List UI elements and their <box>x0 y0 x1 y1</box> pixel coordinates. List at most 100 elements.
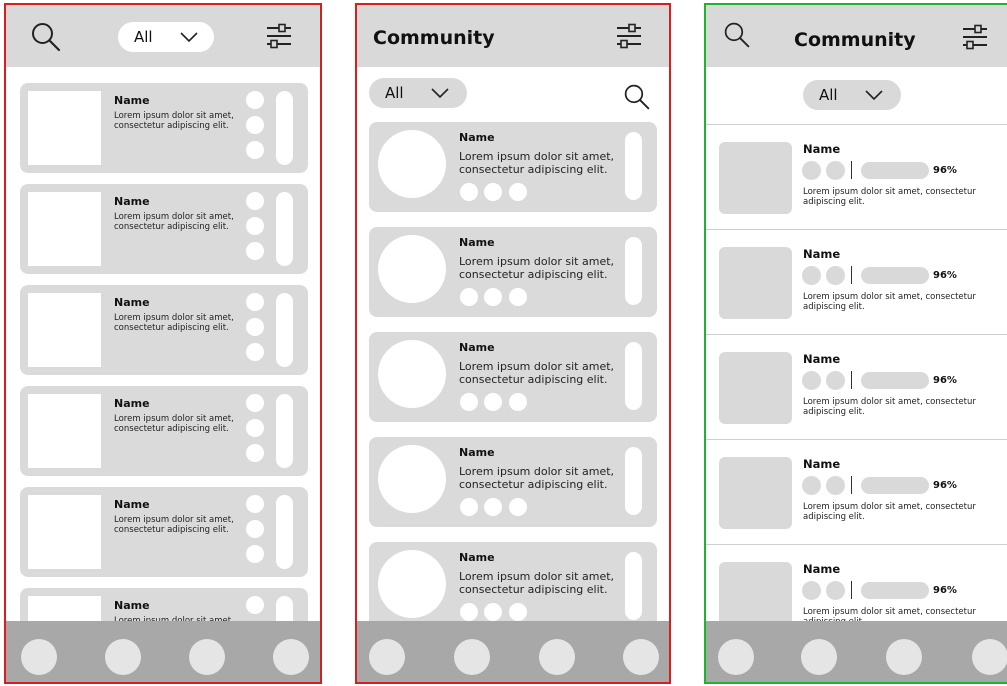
item-description: Lorem ipsum dolor sit amet, <box>459 570 615 583</box>
list-item[interactable]: Name Lorem ipsum dolor sit amet, consectet… <box>369 437 657 527</box>
action-dot-icon[interactable] <box>484 498 502 516</box>
list-item[interactable]: Name 96% Lorem ipsum dolor sit amet, conse… <box>706 439 1007 544</box>
item-name: Name <box>459 446 495 459</box>
side-handle[interactable] <box>276 293 293 367</box>
nav-tab-icon[interactable] <box>105 639 141 675</box>
list-item[interactable]: Name 96% Lorem ipsum dolor sit amet, conse… <box>706 124 1007 229</box>
divider <box>851 371 852 389</box>
action-dot-icon[interactable] <box>460 183 478 201</box>
search-icon[interactable] <box>30 21 62 53</box>
action-dot-icon[interactable] <box>246 596 264 614</box>
action-dot-icon[interactable] <box>246 293 264 311</box>
side-handle[interactable] <box>625 132 642 200</box>
sliders-icon[interactable] <box>615 22 643 50</box>
filter-dropdown[interactable]: All <box>803 80 901 110</box>
list-item[interactable]: Name 96% Lorem ipsum dolor sit amet, conse… <box>706 229 1007 334</box>
nav-tab-icon[interactable] <box>273 639 309 675</box>
action-dot-icon[interactable] <box>484 183 502 201</box>
sliders-icon[interactable] <box>265 22 293 50</box>
nav-tab-icon[interactable] <box>718 639 754 675</box>
nav-tab-icon[interactable] <box>21 639 57 675</box>
progress-bar <box>861 162 929 179</box>
action-dot-icon[interactable] <box>246 318 264 336</box>
action-dot-icon[interactable] <box>509 603 527 621</box>
item-description: adipiscing elit. <box>803 512 865 522</box>
side-handle[interactable] <box>276 394 293 468</box>
action-dot-icon[interactable] <box>246 394 264 412</box>
item-name: Name <box>114 599 150 612</box>
action-dot-icon[interactable] <box>246 242 264 260</box>
item-description: Lorem ipsum dolor sit amet, consectetur … <box>114 212 234 232</box>
action-dot-icon[interactable] <box>484 393 502 411</box>
action-dot-icon[interactable] <box>246 520 264 538</box>
action-dot-icon[interactable] <box>484 288 502 306</box>
search-icon[interactable] <box>723 21 751 49</box>
top-bar: Community <box>706 5 1007 67</box>
nav-tab-icon[interactable] <box>539 639 575 675</box>
action-dot-icon[interactable] <box>509 498 527 516</box>
nav-tab-icon[interactable] <box>972 639 1007 675</box>
chevron-down-icon <box>180 32 198 43</box>
filter-dropdown[interactable]: All <box>118 22 214 52</box>
action-dot-icon[interactable] <box>246 419 264 437</box>
action-dot-icon[interactable] <box>460 603 478 621</box>
thumbnail-image <box>28 293 101 367</box>
action-dot-icon[interactable] <box>509 183 527 201</box>
item-name: Name <box>803 562 841 576</box>
list-item[interactable]: Name Lorem ipsum dolor sit amet, consectet… <box>369 227 657 317</box>
action-dot-icon[interactable] <box>246 343 264 361</box>
action-dot-icon[interactable] <box>460 393 478 411</box>
action-dot-icon[interactable] <box>246 91 264 109</box>
search-icon[interactable] <box>623 83 651 111</box>
list-item[interactable]: Name Lorem ipsum dolor sit amet, consecte… <box>20 487 308 577</box>
action-dot-icon[interactable] <box>246 116 264 134</box>
progress-bar <box>861 372 929 389</box>
action-dot-icon[interactable] <box>484 603 502 621</box>
nav-tab-icon[interactable] <box>801 639 837 675</box>
action-dot-icon[interactable] <box>246 545 264 563</box>
nav-tab-icon[interactable] <box>189 639 225 675</box>
list-item[interactable]: Name Lorem ipsum dolor sit amet, consecte… <box>20 184 308 274</box>
thumbnail-image <box>719 352 792 424</box>
page-title: Community <box>794 29 916 51</box>
action-dot-icon[interactable] <box>460 288 478 306</box>
side-handle[interactable] <box>625 237 642 305</box>
action-dot-icon[interactable] <box>246 217 264 235</box>
side-handle[interactable] <box>276 192 293 266</box>
list-item[interactable]: Name 96% Lorem ipsum dolor sit amet, conse… <box>706 334 1007 439</box>
list-item[interactable]: Name Lorem ipsum dolor sit amet, consecte… <box>20 83 308 173</box>
sliders-icon[interactable] <box>961 23 989 51</box>
side-handle[interactable] <box>625 552 642 620</box>
item-description: adipiscing elit. <box>803 197 865 207</box>
nav-tab-icon[interactable] <box>369 639 405 675</box>
avatar <box>378 130 446 198</box>
divider <box>851 476 852 494</box>
item-name: Name <box>114 94 150 107</box>
action-dot-icon[interactable] <box>509 393 527 411</box>
side-handle[interactable] <box>625 447 642 515</box>
item-description: consectetur adipiscing elit. <box>459 583 608 596</box>
action-dot-icon[interactable] <box>460 498 478 516</box>
action-dot-icon[interactable] <box>509 288 527 306</box>
action-dot-icon[interactable] <box>246 141 264 159</box>
list-item[interactable]: Name Lorem ipsum dolor sit amet, consecte… <box>20 285 308 375</box>
item-description: Lorem ipsum dolor sit amet, <box>459 255 615 268</box>
nav-tab-icon[interactable] <box>623 639 659 675</box>
list-item[interactable]: Name Lorem ipsum dolor sit amet, consectet… <box>369 332 657 422</box>
list-item[interactable]: Name Lorem ipsum dolor sit amet, consectet… <box>369 122 657 212</box>
side-handle[interactable] <box>276 91 293 165</box>
action-dot-icon[interactable] <box>246 444 264 462</box>
chevron-down-icon <box>865 90 883 101</box>
action-dot-icon[interactable] <box>246 495 264 513</box>
side-handle[interactable] <box>625 342 642 410</box>
rating-dot-icon <box>826 266 845 285</box>
list-item[interactable]: Name Lorem ipsum dolor sit amet, consectet… <box>369 542 657 632</box>
filter-dropdown[interactable]: All <box>369 78 467 108</box>
progress-percent: 96% <box>933 165 957 176</box>
list-item[interactable]: Name Lorem ipsum dolor sit amet, consecte… <box>20 386 308 476</box>
action-dot-icon[interactable] <box>246 192 264 210</box>
nav-tab-icon[interactable] <box>454 639 490 675</box>
side-handle[interactable] <box>276 495 293 569</box>
progress-bar <box>861 477 929 494</box>
nav-tab-icon[interactable] <box>886 639 922 675</box>
